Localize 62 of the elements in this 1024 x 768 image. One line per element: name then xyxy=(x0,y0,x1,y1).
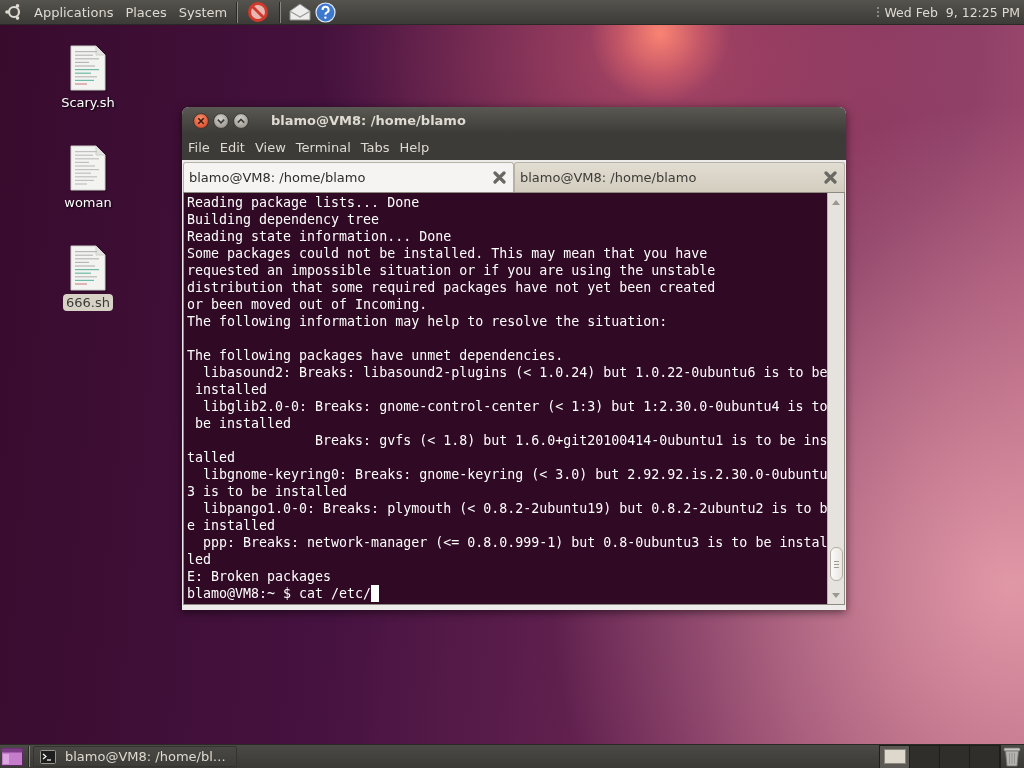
menu-item[interactable]: View xyxy=(249,136,291,158)
terminal-line: E: Broken packages xyxy=(187,568,332,585)
menu-item[interactable]: Terminal xyxy=(290,136,356,158)
terminal-line: talled xyxy=(187,449,236,466)
tab[interactable]: blamo@VM8: /home/blamo xyxy=(183,162,514,192)
panel-menu[interactable]: System xyxy=(172,1,234,23)
terminal-line: requested an impossible situation or if you are using the unstable xyxy=(187,262,716,279)
panel-menu[interactable]: Places xyxy=(119,1,173,23)
menu-item[interactable]: File xyxy=(183,136,215,158)
envelope-icon[interactable] xyxy=(289,3,312,21)
close-icon[interactable] xyxy=(493,171,506,184)
terminal-line: e installed xyxy=(187,517,276,534)
close-icon[interactable] xyxy=(824,171,837,184)
terminal-prompt: blamo@VM8:~ $ cat /etc/ xyxy=(187,585,372,602)
terminal-line: libpango1.0-0: Breaks: plymouth (< 0.8.2-2ubuntu19) but 0.8.2-2ubuntu2 is to b xyxy=(202,500,827,517)
terminal-line: ppp: Breaks: network-manager (<= 0.8.0.999-1) but 0.8-0ubuntu3 is to be instal xyxy=(202,534,827,551)
file-icon[interactable] xyxy=(70,245,106,291)
file-name[interactable]: Scary.sh xyxy=(58,94,118,111)
terminal-line: libgnome-keyring0: Breaks: gnome-keyring (< 3.0) but 2.92.92.is.2.30.0-0ubuntu xyxy=(202,466,827,483)
menu-item[interactable]: Tabs xyxy=(355,136,395,158)
terminal-line: libasound2: Breaks: libasound2-plugins (< 1.0.24) but 1.0.22-0ubuntu6 is to be xyxy=(202,364,827,381)
terminal-line: installed xyxy=(194,381,268,398)
window-icon[interactable] xyxy=(1,747,23,766)
taskbar-button[interactable]: blamo@VM8: /home/bl… xyxy=(33,746,237,767)
file-name[interactable]: woman xyxy=(61,194,115,211)
file-icon[interactable] xyxy=(70,45,106,91)
terminal-line: Reading package lists... Done xyxy=(187,194,420,211)
terminal-line: Some packages could not be installed. This may mean that you have xyxy=(187,245,708,262)
tab[interactable]: blamo@VM8: /home/blamo xyxy=(514,162,845,192)
file-icon[interactable] xyxy=(70,145,106,191)
terminal-line: Breaks: gvfs (< 1.8) but 1.6.0+git20100414-0ubuntu1 is to be ins xyxy=(314,432,827,449)
terminal-line: Reading state information... Done xyxy=(187,228,452,245)
menu-item[interactable]: Edit xyxy=(214,136,250,158)
scrollbar[interactable] xyxy=(827,193,844,604)
workspace[interactable] xyxy=(880,745,910,768)
clock[interactable]: Wed Feb 9, 12:25 PM xyxy=(880,1,1024,23)
menu-item[interactable]: Help xyxy=(394,136,435,158)
close-icon[interactable] xyxy=(193,112,209,129)
window-thumbnail-icon xyxy=(883,749,906,764)
minimize-icon[interactable] xyxy=(213,112,229,129)
file-name[interactable]: 666.sh xyxy=(63,294,113,311)
window-title: blamo@VM8: /home/blamo xyxy=(271,113,466,128)
terminal-line: The following packages have unmet dependencies. xyxy=(187,347,564,364)
scrollbar-thumb[interactable] xyxy=(829,547,843,581)
prohibited-icon[interactable] xyxy=(247,1,270,23)
maximize-icon[interactable] xyxy=(233,112,249,129)
terminal-line: The following information may help to resolve the situation: xyxy=(187,313,668,330)
terminal-line: led xyxy=(187,551,212,568)
terminal-line: or been moved out of Incoming. xyxy=(187,296,428,313)
panel-menu[interactable]: Applications xyxy=(28,1,120,23)
terminal-line: 3 is to be installed xyxy=(187,483,348,500)
logo-icon[interactable] xyxy=(5,3,23,21)
terminal-line: libglib2.0-0: Breaks: gnome-control-center (< 1:3) but 1:2.30.0-0ubuntu4 is to xyxy=(202,398,827,415)
terminal-line: be installed xyxy=(194,415,292,432)
terminal-icon xyxy=(40,749,56,764)
terminal-line: distribution that some required packages have not yet been created xyxy=(187,279,716,296)
help-icon[interactable] xyxy=(315,1,337,23)
terminal-line: Building dependency tree xyxy=(187,211,380,228)
trash-icon[interactable] xyxy=(1003,746,1021,767)
grip-icon xyxy=(876,6,881,18)
cursor-icon xyxy=(371,585,380,602)
terminal-pane[interactable] xyxy=(184,193,827,604)
